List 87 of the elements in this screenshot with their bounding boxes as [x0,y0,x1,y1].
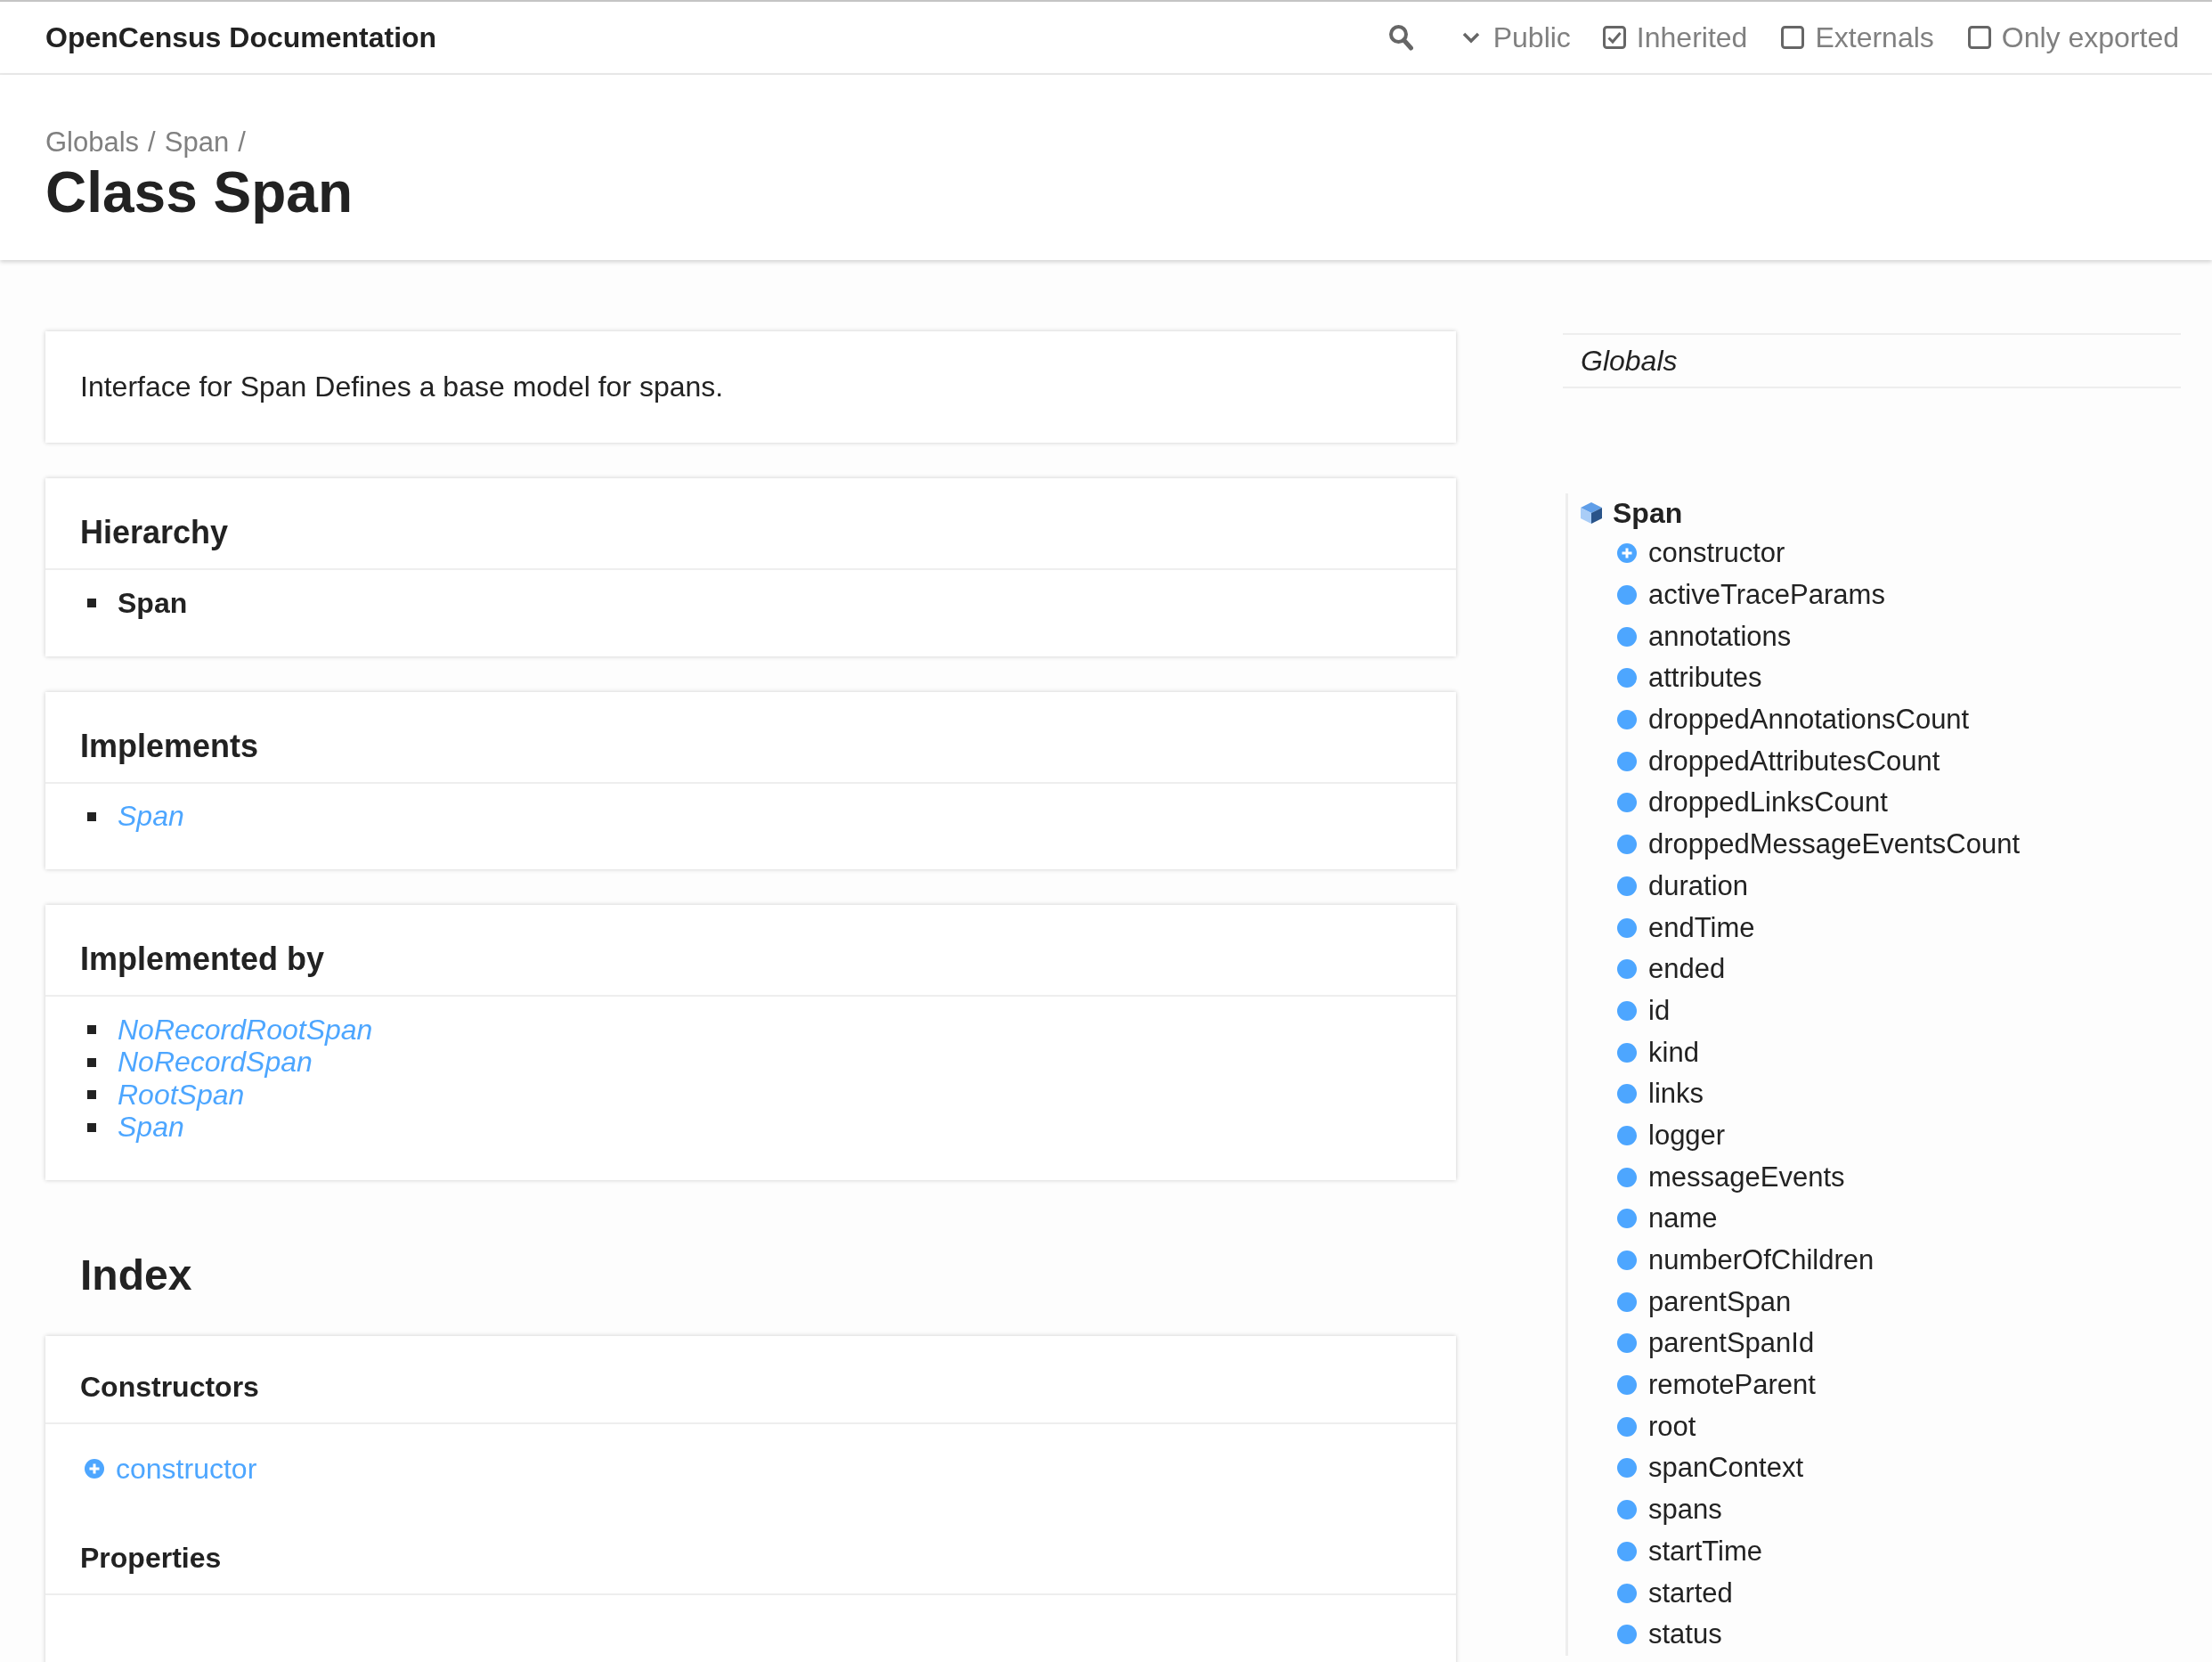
page-title: Class Span [45,160,354,224]
section-title: Implemented by [45,905,1456,997]
property-icon [1617,1625,1637,1645]
nav-item[interactable]: constructor [1568,533,1785,574]
nav-item[interactable]: status [1568,1613,1722,1656]
property-icon [1617,793,1637,813]
property-icon [1617,876,1637,896]
cube-icon [1580,501,1603,525]
nav-item[interactable]: droppedAttributesCount [1568,740,1940,783]
nav-item[interactable]: droppedLinksCount [1568,782,1888,824]
nav-item[interactable]: attributes [1568,657,1762,699]
filter-option[interactable]: Externals [1781,20,1934,54]
bullet-icon [87,1122,96,1132]
property-icon [1617,1541,1637,1561]
breadcrumb-separator: / [238,126,246,159]
breadcrumb-link[interactable]: Globals [45,125,140,160]
nav-item[interactable]: spanContext [1568,1447,1804,1489]
nav-item[interactable]: parentSpan [1568,1281,1792,1324]
property-icon [1617,1167,1637,1187]
class-link[interactable]: Span [1568,493,1683,533]
nav-item[interactable]: droppedAnnotationsCount [1568,698,1970,741]
bullet-icon [87,1090,96,1100]
bullet-icon [87,1025,96,1035]
filter-option[interactable]: Inherited [1602,20,1748,54]
nav-item[interactable]: kind [1568,1031,1699,1073]
group-title: Properties [45,1507,1456,1595]
nav-item[interactable]: endTime [1568,907,1755,949]
property-icon [1617,626,1637,647]
site-title-link[interactable]: OpenCensus Documentation [45,20,437,54]
group-title: Constructors [45,1336,1456,1424]
property-icon [1617,585,1637,606]
nav-item[interactable]: duration [1568,865,1749,908]
property-icon [1617,1500,1637,1520]
bullet-icon [87,599,96,608]
nav-item[interactable]: root [1568,1405,1696,1448]
property-icon [1617,959,1637,980]
property-icon [1617,751,1637,771]
section-title: Hierarchy [45,478,1456,570]
visibility-dropdown[interactable]: Public [1461,20,1571,54]
nav-item[interactable]: id [1568,990,1671,1032]
constructor-icon [1617,543,1637,564]
breadcrumb-separator: / [148,126,156,159]
property-icon [1617,1333,1637,1354]
bullet-icon [87,811,96,821]
property-icon [1617,1125,1637,1145]
property-icon [1617,1042,1637,1063]
nav-item[interactable]: remoteParent [1568,1364,1816,1406]
checkbox[interactable] [1781,26,1805,49]
section-title: Implements [45,691,1456,784]
property-icon [1617,1084,1637,1104]
nav-item[interactable]: parentSpanId [1568,1323,1815,1365]
breadcrumb-link[interactable]: Span [164,125,230,160]
property-icon [1617,1251,1637,1271]
checkbox[interactable] [1967,26,1991,49]
property-icon [1617,1458,1637,1479]
caret-icon [1461,31,1480,44]
nav-item[interactable]: started [1568,1572,1733,1614]
checkbox[interactable] [1602,26,1626,49]
nav-item[interactable]: numberOfChildren [1568,1239,1875,1282]
hierarchy-item: Span [118,586,188,620]
nav-item[interactable]: messageEvents [1568,1156,1845,1198]
property-icon [1617,1375,1637,1396]
globals-link[interactable]: Globals [1581,343,1678,379]
property-icon [1617,917,1637,938]
property-icon [1617,1583,1637,1603]
nav-item[interactable]: annotations [1568,615,1792,658]
property-icon [1617,1000,1637,1021]
nav-item[interactable]: droppedMessageEventsCount [1568,823,2021,866]
nav-item[interactable]: links [1568,1072,1704,1115]
search-icon[interactable] [1387,24,1413,51]
nav-item[interactable]: startTime [1568,1530,1763,1573]
property-icon [1617,1209,1637,1229]
nav-item[interactable]: logger [1568,1114,1726,1157]
constructor-icon [85,1459,104,1479]
property-icon [1617,835,1637,855]
nav-item[interactable]: activeTraceParams [1568,574,1885,616]
nav-item[interactable]: spans [1568,1488,1722,1531]
description-text: Interface for Span Defines a base model for spans. [80,370,725,404]
bullet-icon [87,1057,96,1067]
property-icon [1617,1291,1637,1312]
property-icon [1617,668,1637,688]
property-icon [1617,710,1637,730]
nav-item[interactable]: ended [1568,948,1726,990]
property-icon [1617,1416,1637,1437]
filter-option[interactable]: Only exported [1967,20,2179,54]
index-title: Index [79,1251,193,1300]
nav-item[interactable]: name [1568,1198,1718,1240]
